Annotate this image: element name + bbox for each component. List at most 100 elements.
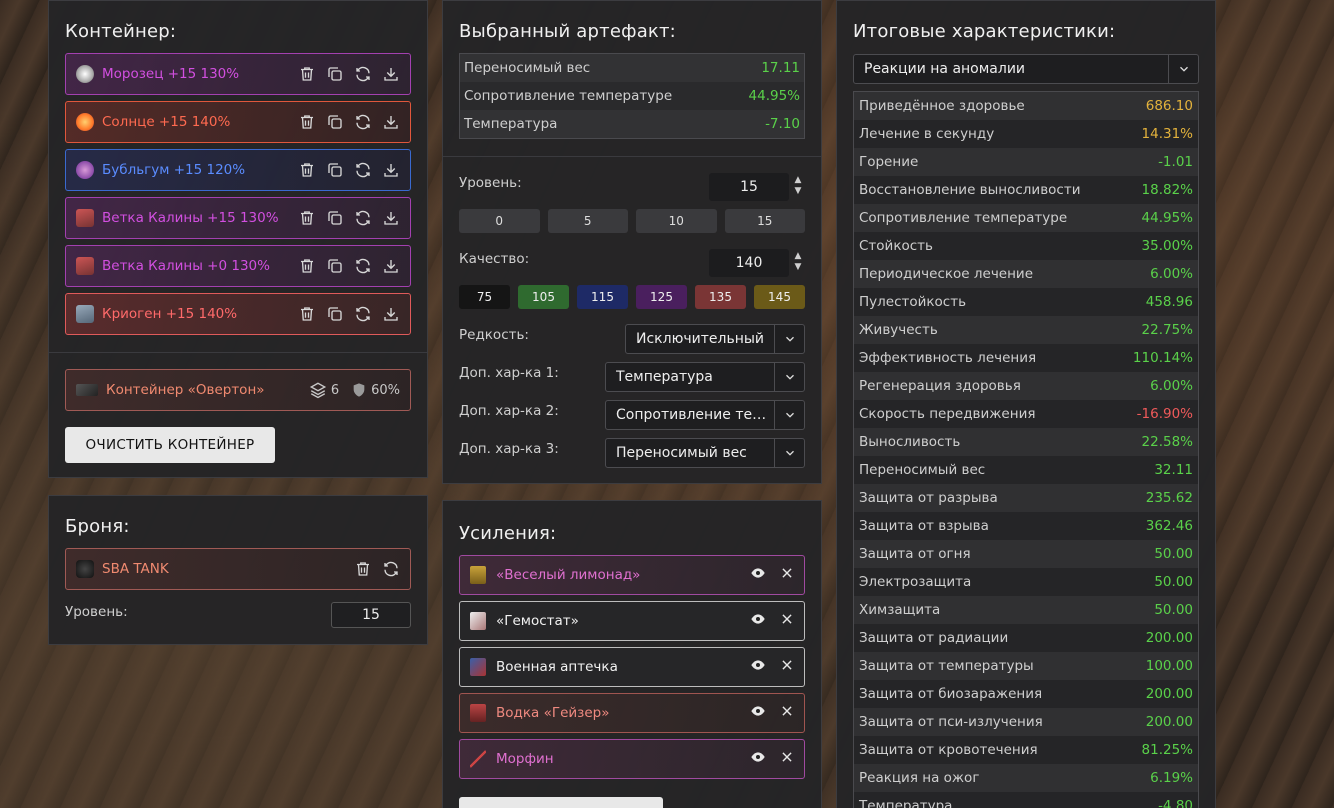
quality-preset-button[interactable]: 105 bbox=[518, 285, 569, 309]
artifact-item[interactable]: Солнце +15 140% bbox=[65, 101, 411, 143]
armor-level-input[interactable]: 15 bbox=[331, 602, 411, 628]
armor-title: Броня: bbox=[65, 516, 130, 537]
level-preset-button[interactable]: 15 bbox=[724, 209, 805, 233]
level-presets: 0 5 10 15 bbox=[459, 209, 805, 233]
download-icon[interactable] bbox=[382, 257, 400, 275]
eye-icon[interactable] bbox=[750, 657, 766, 677]
clear-container-button[interactable]: ОЧИСТИТЬ КОНТЕЙНЕР bbox=[65, 427, 275, 463]
download-icon[interactable] bbox=[382, 305, 400, 323]
quality-preset-button[interactable]: 135 bbox=[695, 285, 746, 309]
container-panel: Контейнер: Морозец +15 130% Солнце +15 14… bbox=[48, 0, 428, 478]
eye-icon[interactable] bbox=[750, 611, 766, 631]
close-icon[interactable] bbox=[780, 750, 794, 768]
extra3-select[interactable]: Переносимый вес bbox=[605, 438, 805, 468]
artifact-item[interactable]: Морозец +15 130% bbox=[65, 53, 411, 95]
boost-item[interactable]: «Гемостат» bbox=[459, 601, 805, 641]
eye-icon[interactable] bbox=[750, 703, 766, 723]
add-boost-button[interactable] bbox=[459, 797, 663, 808]
totals-value: 50.00 bbox=[1154, 574, 1193, 590]
totals-row: Периодическое лечение 6.00% bbox=[854, 260, 1198, 288]
boost-item[interactable]: Военная аптечка bbox=[459, 647, 805, 687]
artifact-item[interactable]: Ветка Калины +0 130% bbox=[65, 245, 411, 287]
artifact-item[interactable]: Криоген +15 140% bbox=[65, 293, 411, 335]
eye-icon[interactable] bbox=[750, 565, 766, 585]
totals-label: Эффективность лечения bbox=[859, 350, 1037, 366]
totals-row: Стойкость 35.00% bbox=[854, 232, 1198, 260]
swap-icon[interactable] bbox=[354, 113, 372, 131]
boost-item[interactable]: «Веселый лимонад» bbox=[459, 555, 805, 595]
copy-icon[interactable] bbox=[326, 257, 344, 275]
delete-icon[interactable] bbox=[298, 257, 316, 275]
boost-actions bbox=[750, 657, 794, 677]
download-icon[interactable] bbox=[382, 65, 400, 83]
copy-icon[interactable] bbox=[326, 113, 344, 131]
copy-icon[interactable] bbox=[326, 305, 344, 323]
container-item[interactable]: Контейнер «Овертон» 6 60% bbox=[65, 369, 411, 411]
swap-icon[interactable] bbox=[354, 257, 372, 275]
totals-filter-select[interactable]: Реакции на аномалии bbox=[853, 54, 1199, 84]
chevron-down-icon bbox=[774, 363, 804, 391]
level-input[interactable]: 15 bbox=[709, 173, 789, 201]
close-icon[interactable] bbox=[780, 704, 794, 722]
quality-input[interactable]: 140 bbox=[709, 249, 789, 277]
boost-name: Военная аптечка bbox=[496, 659, 618, 675]
swap-icon[interactable] bbox=[354, 65, 372, 83]
totals-value: 458.96 bbox=[1145, 294, 1193, 310]
totals-label: Защита от температуры bbox=[859, 658, 1034, 674]
download-icon[interactable] bbox=[382, 113, 400, 131]
eye-icon[interactable] bbox=[750, 749, 766, 769]
download-icon[interactable] bbox=[382, 161, 400, 179]
totals-row: Защита от пси-излучения 200.00 bbox=[854, 708, 1198, 736]
totals-value: 22.58% bbox=[1141, 434, 1193, 450]
quality-stepper[interactable]: ▲ ▼ bbox=[793, 251, 803, 273]
boost-item[interactable]: Морфин bbox=[459, 739, 805, 779]
boost-item[interactable]: Водка «Гейзер» bbox=[459, 693, 805, 733]
totals-label: Живучесть bbox=[859, 322, 938, 338]
totals-value: 6.19% bbox=[1150, 770, 1193, 786]
totals-value: 110.14% bbox=[1132, 350, 1193, 366]
stat-label: Температура bbox=[464, 116, 558, 132]
delete-icon[interactable] bbox=[298, 305, 316, 323]
swap-icon[interactable] bbox=[354, 305, 372, 323]
medkit-icon bbox=[470, 658, 486, 676]
delete-icon[interactable] bbox=[298, 65, 316, 83]
close-icon[interactable] bbox=[780, 566, 794, 584]
artifact-item[interactable]: Бубльгум +15 120% bbox=[65, 149, 411, 191]
swap-icon[interactable] bbox=[354, 161, 372, 179]
totals-label: Защита от биозаражения bbox=[859, 686, 1043, 702]
armor-item[interactable]: SBA TANK bbox=[65, 548, 411, 590]
totals-row: Защита от кровотечения 81.25% bbox=[854, 736, 1198, 764]
divider bbox=[443, 156, 821, 157]
level-preset-button[interactable]: 5 bbox=[547, 209, 628, 233]
rarity-select[interactable]: Исключительный bbox=[625, 324, 805, 354]
armor-level-label: Уровень: bbox=[65, 604, 128, 620]
delete-icon[interactable] bbox=[298, 209, 316, 227]
delete-icon[interactable] bbox=[298, 113, 316, 131]
download-icon[interactable] bbox=[382, 209, 400, 227]
selected-stats-table: Переносимый вес 17.11 Сопротивление темпер… bbox=[459, 53, 805, 139]
quality-preset-button[interactable]: 75 bbox=[459, 285, 510, 309]
copy-icon[interactable] bbox=[326, 161, 344, 179]
close-icon[interactable] bbox=[780, 658, 794, 676]
quality-preset-button[interactable]: 145 bbox=[754, 285, 805, 309]
morphine-icon bbox=[470, 750, 486, 768]
extra1-select[interactable]: Температура bbox=[605, 362, 805, 392]
close-icon[interactable] bbox=[780, 612, 794, 630]
container-name: Контейнер «Овертон» bbox=[106, 382, 265, 398]
level-preset-button[interactable]: 10 bbox=[636, 209, 717, 233]
delete-icon[interactable] bbox=[298, 161, 316, 179]
copy-icon[interactable] bbox=[326, 65, 344, 83]
extra2-select[interactable]: Сопротивление температуре bbox=[605, 400, 805, 430]
copy-icon[interactable] bbox=[326, 209, 344, 227]
artifact-item[interactable]: Ветка Калины +15 130% bbox=[65, 197, 411, 239]
artifact-actions bbox=[298, 257, 400, 275]
level-stepper[interactable]: ▲ ▼ bbox=[793, 175, 803, 197]
level-preset-button[interactable]: 0 bbox=[459, 209, 540, 233]
quality-preset-button[interactable]: 125 bbox=[636, 285, 687, 309]
trash-icon[interactable] bbox=[354, 560, 372, 578]
totals-value: 6.00% bbox=[1150, 378, 1193, 394]
swap-icon[interactable] bbox=[354, 209, 372, 227]
quality-preset-button[interactable]: 115 bbox=[577, 285, 628, 309]
swap-icon[interactable] bbox=[382, 560, 400, 578]
totals-row: Защита от взрыва 362.46 bbox=[854, 512, 1198, 540]
